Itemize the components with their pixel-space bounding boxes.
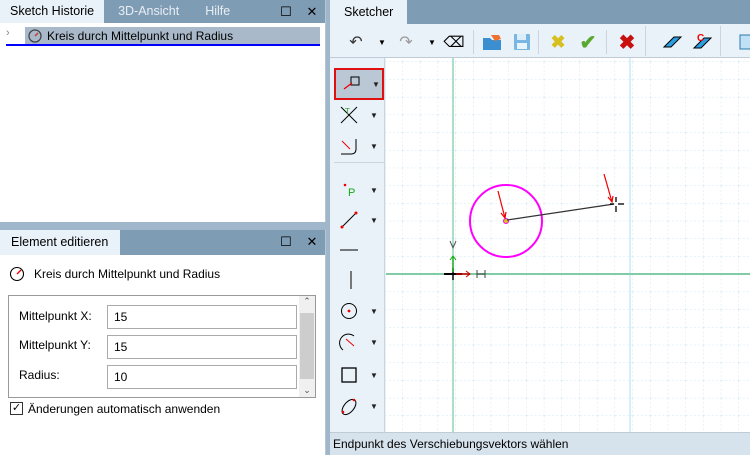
undo-icon[interactable]: ↶ — [344, 30, 368, 54]
auto-apply-label: Änderungen automatisch anwenden — [28, 402, 221, 416]
fields-box: Mittelpunkt X: 15 Mittelpunkt Y: 15 Radi… — [8, 295, 316, 398]
redo-dropdown-icon[interactable]: ▼ — [420, 30, 444, 54]
eraser-icon[interactable] — [660, 30, 684, 54]
eraser-construction-icon[interactable]: C — [690, 30, 714, 54]
save-icon[interactable] — [510, 30, 534, 54]
history-tabbar: Sketch Historie 3D-Ansicht Hilfe ☐ ✕ — [0, 0, 325, 23]
grid — [386, 58, 750, 432]
sketch-history-panel: Sketch Historie 3D-Ansicht Hilfe ☐ ✕ › K… — [0, 0, 326, 222]
auto-apply-checkbox[interactable]: ✓ — [10, 402, 23, 415]
sketch-canvas[interactable] — [386, 58, 750, 432]
scroll-up-icon[interactable]: ⌃ — [299, 296, 315, 307]
arc-tool-button[interactable]: ▼ — [334, 328, 384, 356]
sketcher-tabbar: Sketcher — [330, 0, 750, 24]
accept-check-icon[interactable]: ✔ — [576, 30, 600, 54]
move-tool-button[interactable]: ▼ — [334, 68, 384, 100]
field-label-x: Mittelpunkt X: — [19, 309, 92, 323]
tab-sketch-historie[interactable]: Sketch Historie — [0, 0, 105, 23]
element-edit-panel: Element editieren ☐ ✕ Kreis durch Mittel… — [0, 230, 326, 455]
tab-element-editieren[interactable]: Element editieren — [0, 230, 121, 255]
tab-sketcher[interactable]: Sketcher — [330, 0, 408, 24]
vertical-line-button[interactable] — [334, 266, 384, 294]
radius-input[interactable]: 10 — [107, 365, 297, 389]
svg-text:C: C — [697, 33, 704, 44]
element-title: Kreis durch Mittelpunkt und Radius — [34, 267, 221, 281]
expand-chevron-icon[interactable]: › — [6, 27, 10, 39]
close-icon[interactable]: ✕ — [299, 0, 325, 23]
selection-underline — [6, 44, 320, 46]
tab-3d-ansicht[interactable]: 3D-Ansicht — [104, 0, 193, 23]
rectangle-tool-button[interactable]: ▼ — [334, 361, 384, 389]
scroll-thumb[interactable] — [300, 313, 314, 379]
circle-tool-icon — [28, 28, 42, 43]
line-tool-button[interactable]: ▼ — [334, 206, 384, 234]
circle-tool-icon — [9, 266, 25, 282]
horizontal-line-button[interactable] — [334, 236, 384, 264]
field-label-radius: Radius: — [19, 368, 60, 382]
point-tool-button[interactable]: P ▼ — [334, 176, 384, 204]
status-bar: Endpunkt des Verschiebungsvektors wählen — [330, 432, 750, 455]
backspace-icon[interactable]: ⌫ — [442, 30, 466, 54]
grid-table-icon[interactable] — [734, 30, 750, 54]
circle-tool-button[interactable]: ▼ — [334, 297, 384, 325]
tab-hilfe[interactable]: Hilfe — [193, 0, 242, 23]
field-label-y: Mittelpunkt Y: — [19, 338, 91, 352]
edit-tabbar: Element editieren ☐ ✕ — [0, 230, 325, 255]
fillet-tool-button[interactable]: ▼ — [334, 132, 384, 160]
cancel-x-icon[interactable]: ✖ — [615, 30, 639, 54]
scrollbar[interactable]: ⌃ ⌄ — [299, 296, 315, 397]
open-folder-icon[interactable] — [480, 30, 504, 54]
maximize-icon[interactable]: ☐ — [273, 230, 299, 255]
scroll-down-icon[interactable]: ⌄ — [299, 385, 315, 396]
mittelpunkt-y-input[interactable]: 15 — [107, 335, 297, 359]
ellipse-tool-button[interactable]: ▼ — [334, 392, 384, 420]
close-icon[interactable]: ✕ — [299, 230, 325, 255]
status-text: Endpunkt des Verschiebungsvektors wählen — [333, 437, 569, 451]
tree-item-label: Kreis durch Mittelpunkt und Radius — [47, 28, 234, 43]
tree-item[interactable]: Kreis durch Mittelpunkt und Radius — [25, 27, 320, 44]
maximize-icon[interactable]: ☐ — [273, 0, 299, 23]
mittelpunkt-x-input[interactable]: 15 — [107, 305, 297, 329]
svg-text:T: T — [345, 107, 350, 116]
discard-icon[interactable]: ✖ — [546, 30, 570, 54]
undo-dropdown-icon[interactable]: ▼ — [370, 30, 394, 54]
redo-icon[interactable]: ↷ — [394, 30, 418, 54]
trim-tool-button[interactable]: T ▼ — [334, 101, 384, 129]
svg-text:P: P — [348, 187, 355, 199]
